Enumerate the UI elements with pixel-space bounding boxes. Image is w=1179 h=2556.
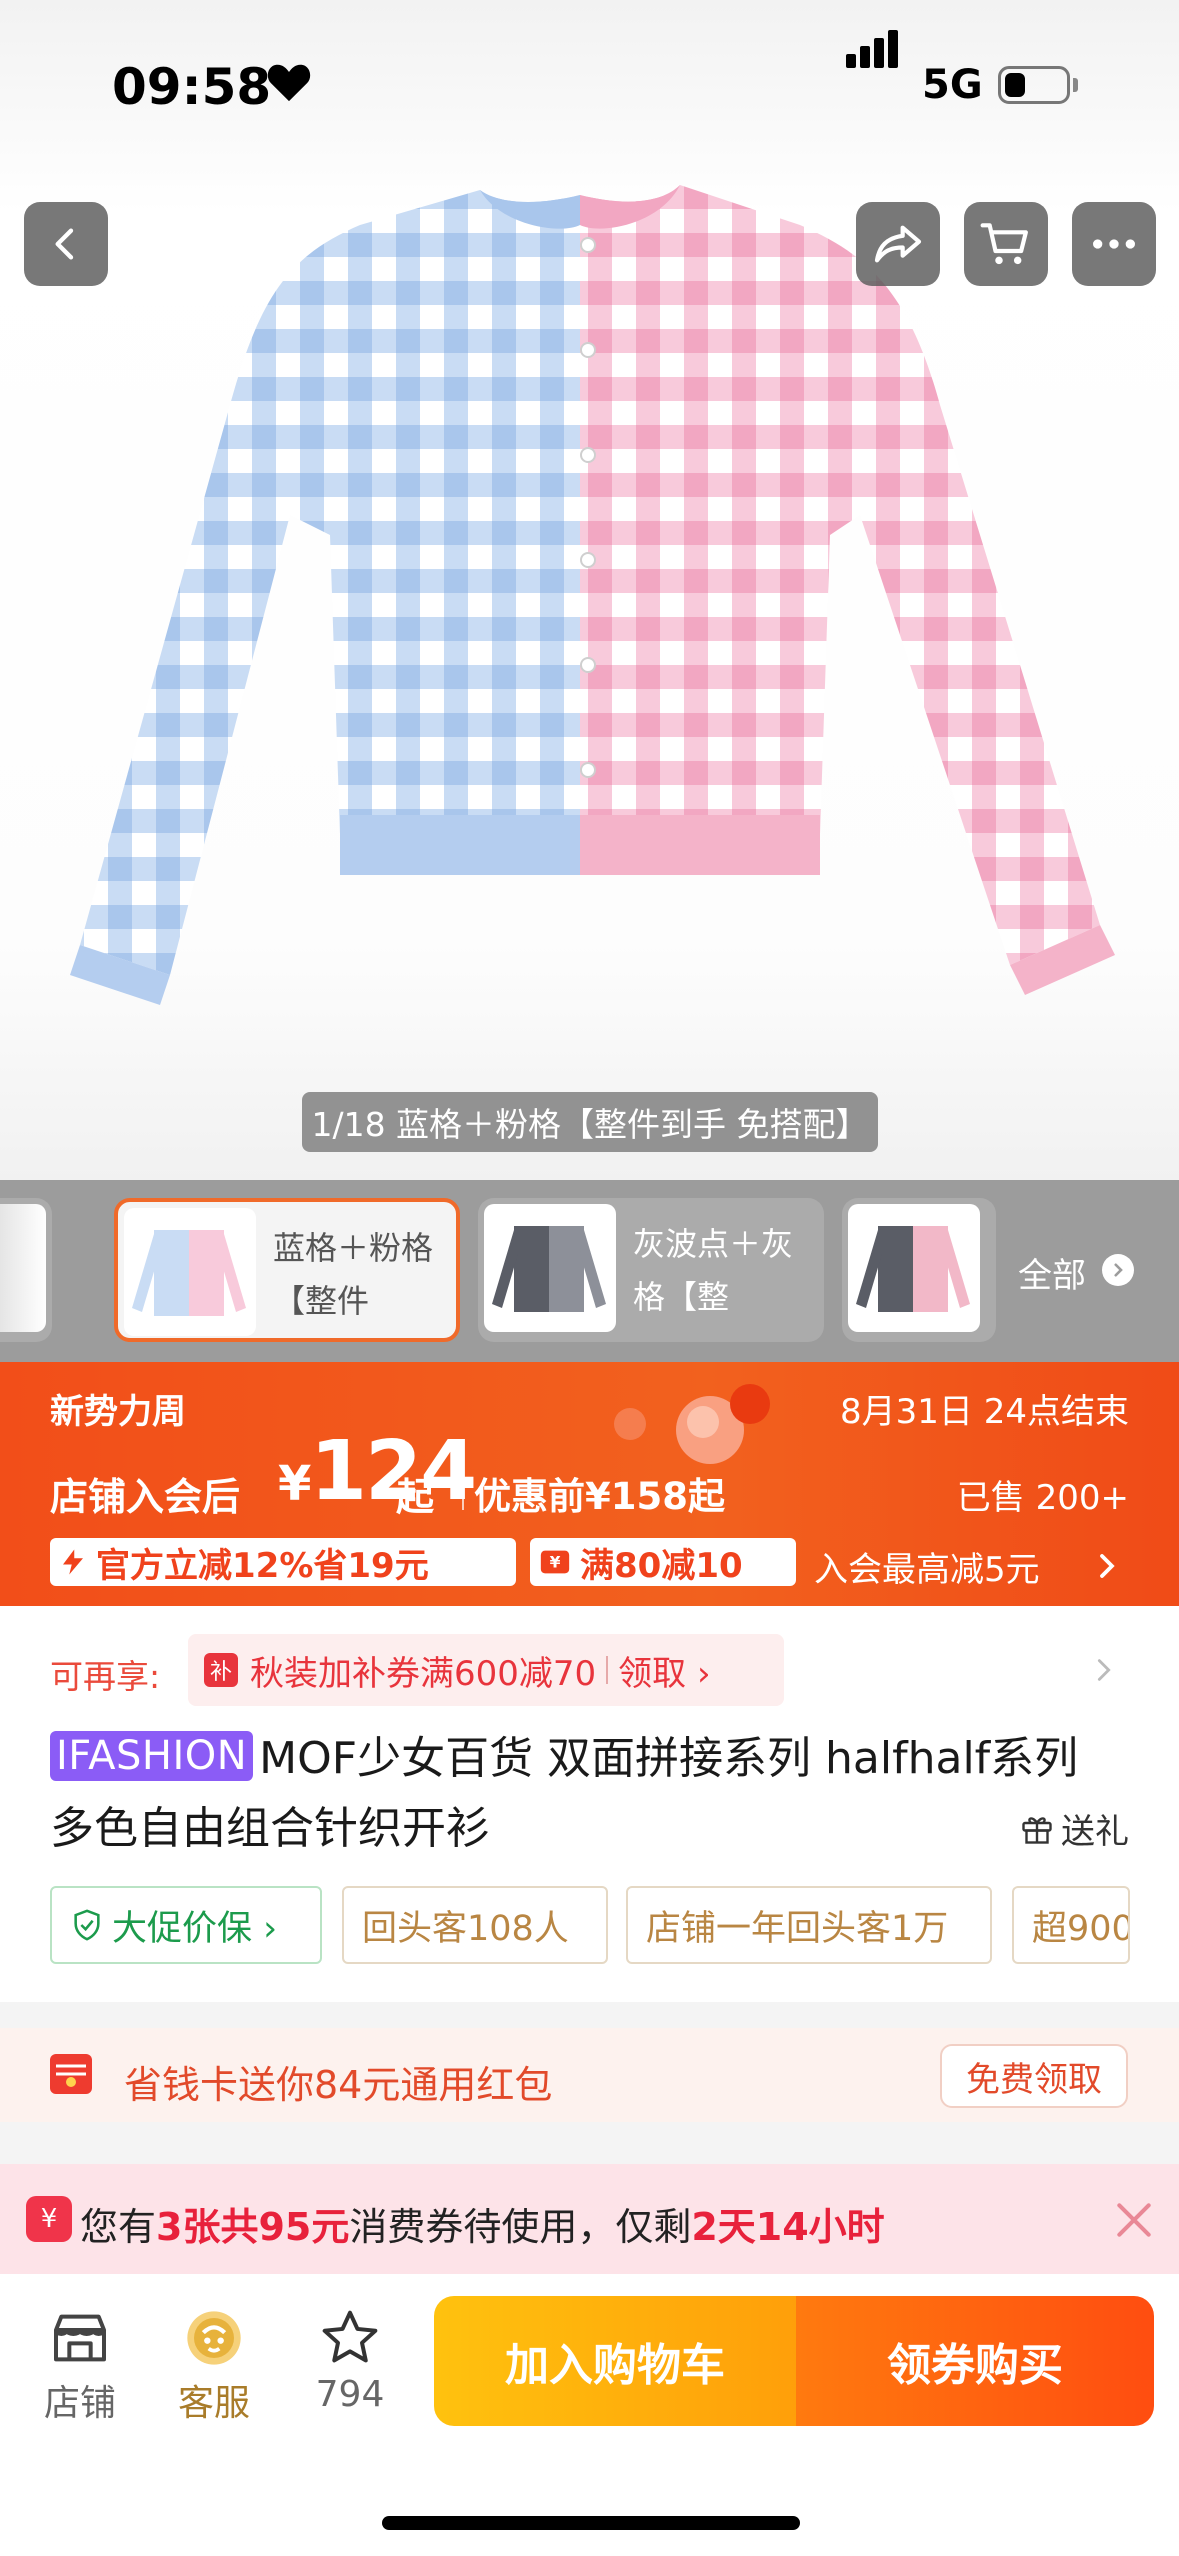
event-end-time: 8月31日 24点结束 — [840, 1392, 1129, 1432]
shield-check-icon — [74, 1909, 100, 1941]
add-to-cart-button[interactable]: 加入购物车 — [434, 2296, 796, 2426]
saver-card-text: 省钱卡送你84元通用红包 — [124, 2063, 553, 2107]
chevron-right-icon[interactable] — [1102, 1254, 1134, 1286]
variant-label: 灰波点＋灰格【整 — [633, 1225, 794, 1316]
buy-with-coupon-button[interactable]: 领券购买 — [796, 2296, 1154, 2426]
variant-option-grey-dot[interactable]: 灰波点＋灰格【整 — [478, 1198, 824, 1342]
product-photo — [70, 185, 1115, 1005]
price-protection-label: 大促价保 › — [112, 1908, 278, 1949]
battery-icon — [998, 66, 1070, 104]
more-button[interactable] — [1072, 202, 1156, 286]
network-label: 5G — [922, 62, 983, 108]
share-icon — [874, 225, 922, 263]
price-protection-tag[interactable]: 大促价保 › — [50, 1886, 322, 1964]
voucher-remaining: 2天14小时 — [691, 2205, 885, 2249]
price-suffix: 起 — [396, 1475, 435, 1519]
more-icon — [1093, 239, 1135, 249]
variant-thumbnail — [484, 1204, 616, 1332]
heart-icon — [267, 64, 311, 102]
promo-banner[interactable]: 新势力周 8月31日 24点结束 店铺入会后 ¥ 124 起 优惠前¥158起 … — [0, 1362, 1179, 1606]
member-price-label: 店铺入会后 — [50, 1475, 241, 1519]
autumn-coupon[interactable]: 补 秋装加补券满600减70 领取 › — [188, 1634, 784, 1706]
returning-customers-tag: 回头客108人 — [342, 1886, 608, 1964]
coupon-text: 秋装加补券满600减70 — [250, 1653, 597, 1694]
home-indicator — [382, 2516, 800, 2530]
yearly-returning-label: 店铺一年回头客1万 — [646, 1908, 949, 1949]
voucher-middle: 消费券待使用，仅剩 — [349, 2205, 692, 2249]
variant-option-partial[interactable] — [0, 1198, 52, 1342]
nav-service-label: 客服 — [177, 2383, 250, 2424]
product-image-gallery[interactable]: 09:58 5G 1/18 蓝格＋粉格【整件到手 免搭配】 — [0, 0, 1179, 1180]
saver-claim-button[interactable]: 免费领取 — [940, 2044, 1128, 2108]
more-tag: 超900 — [1012, 1886, 1130, 1964]
variant-selector[interactable]: 蓝格＋粉格【整件 灰波点＋灰格【整 全部 — [0, 1180, 1179, 1362]
battery-level — [1005, 73, 1025, 97]
cart-button[interactable] — [964, 202, 1048, 286]
coupon-separator — [606, 1656, 609, 1684]
member-max-discount: 入会最高减5元 — [814, 1550, 1040, 1590]
saver-card-bar[interactable]: 省钱卡送你84元通用红包 免费领取 — [0, 2028, 1179, 2122]
ticket-icon: ¥ — [540, 1550, 570, 1574]
voucher-prefix: 您有 — [80, 2205, 157, 2249]
chevron-right-icon[interactable] — [1092, 1548, 1122, 1584]
member-price: 124 — [310, 1424, 477, 1519]
close-icon[interactable] — [1112, 2198, 1156, 2242]
gift-label: 送礼 — [1061, 1812, 1129, 1852]
yuan-voucher-icon: ¥ — [26, 2196, 72, 2242]
coupon-row-label: 可再享: — [50, 1657, 161, 1696]
lightning-icon — [63, 1549, 83, 1575]
coupon-claim-button[interactable]: 领取 › — [618, 1646, 710, 1695]
shop-icon — [54, 2314, 106, 2362]
voucher-notice[interactable]: ¥ 您有3张共95元消费券待使用，仅剩2天14小时 — [0, 2164, 1179, 2274]
nav-shop-label: 店铺 — [43, 2383, 116, 2424]
yearly-returning-tag: 店铺一年回头客1万 — [626, 1886, 992, 1964]
battery-cap — [1073, 78, 1078, 92]
variant-all-link[interactable]: 全部 — [1018, 1248, 1086, 1297]
nav-favorites[interactable]: 794 — [300, 2306, 400, 2415]
customer-service-icon — [187, 2311, 241, 2365]
more-tag-label: 超900 — [1032, 1908, 1130, 1949]
product-title: IFASHION MOF少女百货 双面拼接系列 halfhalf系列 多色自由组合… — [50, 1724, 1130, 1864]
sold-count: 已售 200+ — [956, 1478, 1129, 1518]
variant-thumbnail — [848, 1204, 980, 1332]
variant-label: 蓝格＋粉格【整件 — [273, 1229, 434, 1320]
cart-icon — [980, 223, 1028, 265]
event-name: 新势力周 — [50, 1392, 186, 1432]
chevron-right-icon[interactable] — [1090, 1652, 1118, 1688]
star-icon — [322, 2310, 378, 2363]
full-reduction-chip[interactable]: ¥ 满80减10 — [530, 1538, 796, 1586]
favorites-count: 794 — [315, 2374, 385, 2415]
price-divider — [462, 1472, 464, 1510]
bottom-action-bar: 店铺 客服 794 加入购物车 领券购买 — [0, 2274, 1179, 2556]
original-price: 优惠前¥158起 — [474, 1475, 725, 1518]
nav-customer-service[interactable]: 客服 — [164, 2306, 264, 2426]
red-packet-icon — [50, 2054, 92, 2094]
product-info-card: 可再享: 补 秋装加补券满600减70 领取 › IFASHION MOF少女百货… — [0, 1606, 1179, 2002]
gift-button[interactable]: 送礼 — [1019, 1804, 1129, 1853]
returning-customers-label: 回头客108人 — [362, 1908, 569, 1949]
variant-option-grey-pink[interactable] — [842, 1198, 996, 1342]
variant-thumbnail — [124, 1208, 256, 1336]
nav-shop[interactable]: 店铺 — [30, 2306, 130, 2426]
back-button[interactable] — [24, 202, 108, 286]
variant-option-blue-pink[interactable]: 蓝格＋粉格【整件 — [114, 1198, 460, 1342]
image-caption: 1/18 蓝格＋粉格【整件到手 免搭配】 — [302, 1092, 878, 1152]
coupon-badge-icon: 补 — [204, 1653, 238, 1687]
discount-text: 官方立减12%省19元 — [96, 1545, 429, 1586]
chevron-left-icon — [55, 228, 74, 260]
status-time: 09:58 — [112, 58, 272, 116]
currency-symbol: ¥ — [278, 1456, 312, 1512]
voucher-count: 3张共95元 — [156, 2205, 350, 2249]
gift-icon — [1022, 1816, 1052, 1844]
voucher-text: 您有3张共95元消费券待使用，仅剩2天14小时 — [80, 2196, 885, 2251]
brand-tag: IFASHION — [50, 1731, 254, 1781]
svg-text:¥: ¥ — [550, 1554, 561, 1572]
share-button[interactable] — [856, 202, 940, 286]
official-discount-chip[interactable]: 官方立减12%省19元 — [50, 1538, 516, 1586]
full-reduction-text: 满80减10 — [580, 1545, 743, 1586]
